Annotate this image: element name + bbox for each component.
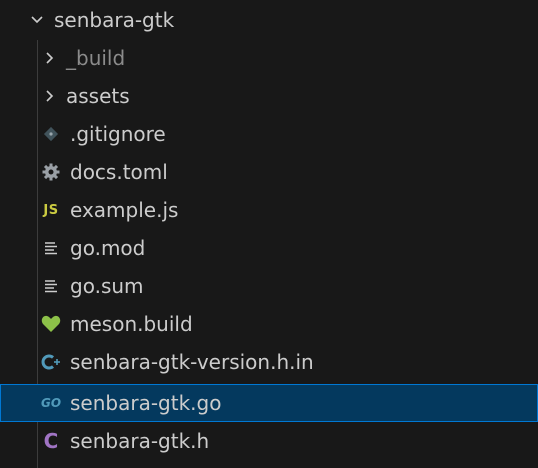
js-badge: JS [43,202,59,218]
file-go-sum[interactable]: go.sum [0,267,538,305]
go-icon: GO [38,392,64,414]
chevron-right-icon [38,85,60,107]
file-label: senbara-gtk.h [70,429,210,453]
file-label: docs.toml [70,160,168,184]
file-label: meson.build [70,312,193,336]
file-go-mod[interactable]: go.mod [0,229,538,267]
c-plus-icon [38,351,64,373]
file-label: senbara-gtk.go [70,391,222,415]
file-senbara-gtk-go[interactable]: GO senbara-gtk.go [0,384,538,422]
chevron-right-icon [38,47,60,69]
file-senbara-gtk-h[interactable]: C senbara-gtk.h [0,422,538,460]
folder-label: _build [66,46,126,70]
git-icon [38,123,64,145]
folder-label: senbara-gtk [54,8,175,32]
file-label: senbara-gtk-version.h.in [70,350,314,374]
c-badge: C [43,429,59,453]
chevron-down-icon [26,9,48,31]
file-senbara-gtk-version-h-in[interactable]: senbara-gtk-version.h.in [0,343,538,381]
folder-label: assets [66,84,130,108]
lines-icon [38,237,64,259]
file-meson-build[interactable]: meson.build [0,305,538,343]
folder-build[interactable]: _build [0,39,538,77]
file-example-js[interactable]: JS example.js [0,191,538,229]
file-label: example.js [70,198,179,222]
javascript-icon: JS [38,199,64,221]
folder-assets[interactable]: assets [0,77,538,115]
gear-icon [38,161,64,183]
go-badge: GO [40,396,62,410]
folder-senbara-gtk[interactable]: senbara-gtk [0,1,538,39]
lines-icon [38,275,64,297]
file-gitignore[interactable]: .gitignore [0,115,538,153]
c-icon: C [38,429,64,453]
file-docs-toml[interactable]: docs.toml [0,153,538,191]
heart-icon [38,313,64,335]
file-label: .gitignore [70,122,166,146]
file-explorer: senbara-gtk _build assets .gitignore doc… [0,0,538,468]
file-label: go.mod [70,236,146,260]
file-label: go.sum [70,274,144,298]
